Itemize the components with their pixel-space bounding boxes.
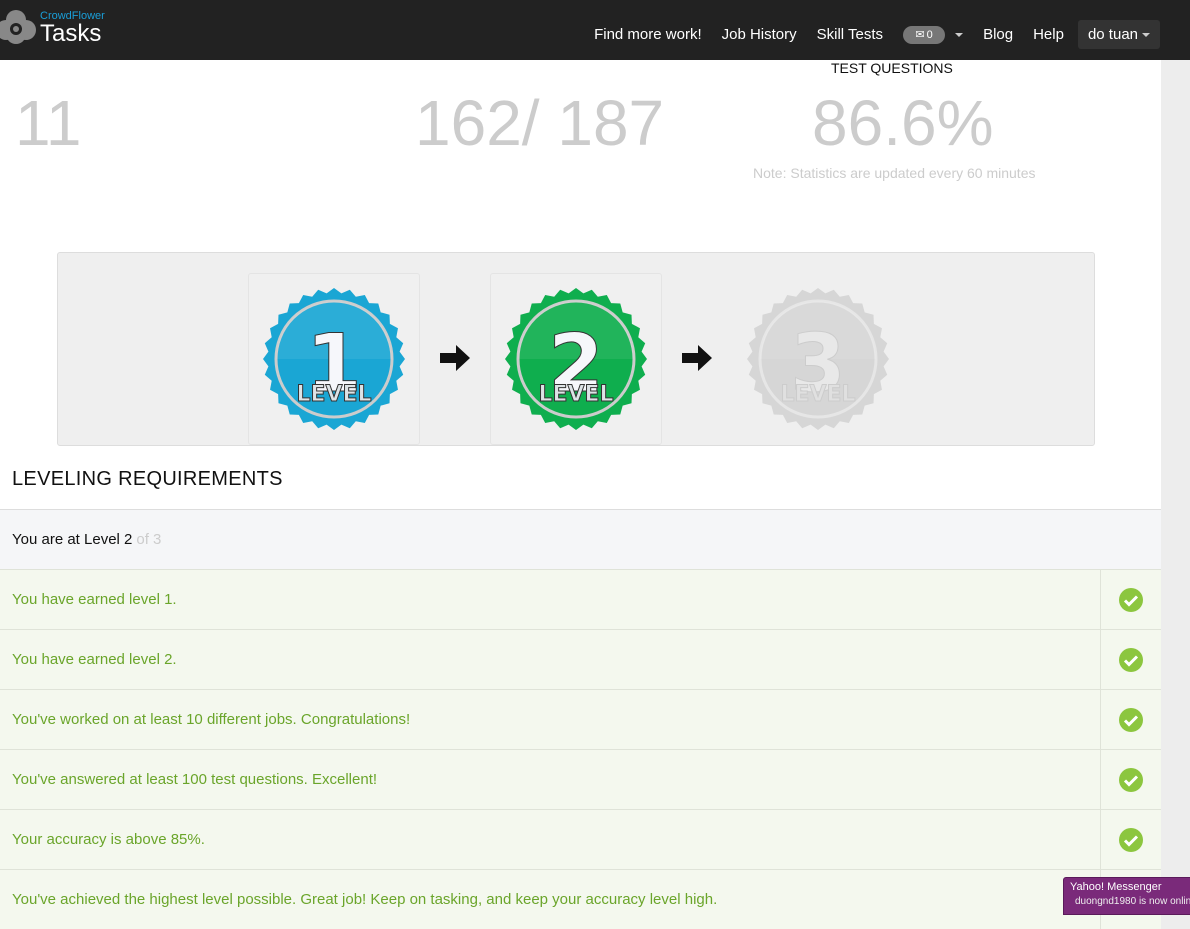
check-circle-icon	[1119, 767, 1143, 792]
notification-title: Yahoo! Messenger	[1070, 881, 1162, 893]
requirement-row: You've achieved the highest level possib…	[0, 869, 1161, 929]
check-circle-icon	[1119, 587, 1143, 612]
requirements-table: You are at Level 2 of 3 You have earned l…	[0, 509, 1161, 929]
test-questions-count: 162/ 187	[415, 87, 665, 159]
requirement-text: You've answered at least 100 test questi…	[12, 771, 378, 788]
crowdflower-logo-icon[interactable]	[0, 8, 38, 46]
leveling-requirements-heading: LEVELING REQUIREMENTS	[12, 468, 283, 490]
requirement-row: You have earned level 2.	[0, 629, 1161, 689]
badge-word: LEVEL	[780, 382, 855, 407]
requirement-text: You have earned level 2.	[12, 651, 177, 668]
requirement-text: You've achieved the highest level possib…	[12, 891, 718, 908]
notification-message: duongnd1980 is now online	[1075, 896, 1190, 907]
main-content: TEST QUESTIONS 11 162/ 187 86.6% Note: S…	[0, 60, 1161, 929]
user-name: do tuan	[1087, 26, 1138, 43]
stats-note: Note: Statistics are updated every 60 mi…	[753, 165, 1036, 181]
brand-title[interactable]: Tasks	[40, 20, 101, 48]
level-total: of 3	[136, 531, 162, 548]
nav-skill-tests[interactable]: Skill Tests	[817, 26, 883, 43]
user-menu[interactable]: do tuan	[1077, 20, 1160, 49]
check-circle-icon	[1119, 827, 1143, 852]
level-3-badge: 3 LEVEL	[746, 287, 890, 436]
nav-find-more-work[interactable]: Find more work!	[594, 26, 702, 43]
level-progress-panel: 1 LEVEL 2 LEVEL 3 LEVEL	[57, 252, 1095, 446]
level-status-row: You are at Level 2 of 3	[0, 509, 1161, 569]
requirement-row: You've answered at least 100 test questi…	[0, 749, 1161, 809]
envelope-icon: ✉	[915, 29, 925, 41]
requirement-text: You have earned level 1.	[12, 591, 177, 608]
caret-down-icon	[1142, 33, 1150, 38]
requirement-row: You have earned level 1.	[0, 569, 1161, 629]
arrow-right-icon	[682, 345, 712, 371]
requirement-row: You've worked on at least 10 different j…	[0, 689, 1161, 749]
yahoo-messenger-notification[interactable]: Yahoo! Messenger duongnd1980 is now onli…	[1063, 877, 1190, 915]
caret-down-icon	[955, 32, 964, 37]
accuracy-value: 86.6%	[812, 87, 994, 159]
nav-help[interactable]: Help	[1033, 26, 1064, 43]
level-status: You are at Level 2	[12, 531, 133, 548]
badge-word: LEVEL	[538, 382, 613, 407]
top-navbar: CrowdFlower Tasks Find more work! Job Hi…	[0, 0, 1190, 60]
requirement-row: Your accuracy is above 85%.	[0, 809, 1161, 869]
check-circle-icon	[1119, 707, 1143, 732]
jobs-count: 11	[15, 87, 82, 159]
test-questions-label: TEST QUESTIONS	[831, 60, 953, 76]
level-2-badge: 2 LEVEL	[504, 287, 648, 436]
badge-word: LEVEL	[296, 382, 371, 407]
requirement-text: You've worked on at least 10 different j…	[12, 711, 411, 728]
level-1-badge: 1 LEVEL	[262, 287, 406, 436]
nav-blog[interactable]: Blog	[983, 26, 1013, 43]
requirement-text: Your accuracy is above 85%.	[12, 831, 205, 848]
messages-dropdown[interactable]: ✉ 0	[903, 25, 964, 44]
arrow-right-icon	[440, 345, 470, 371]
nav-job-history[interactable]: Job History	[722, 26, 797, 43]
message-count: 0	[926, 28, 933, 41]
check-circle-icon	[1119, 647, 1143, 672]
